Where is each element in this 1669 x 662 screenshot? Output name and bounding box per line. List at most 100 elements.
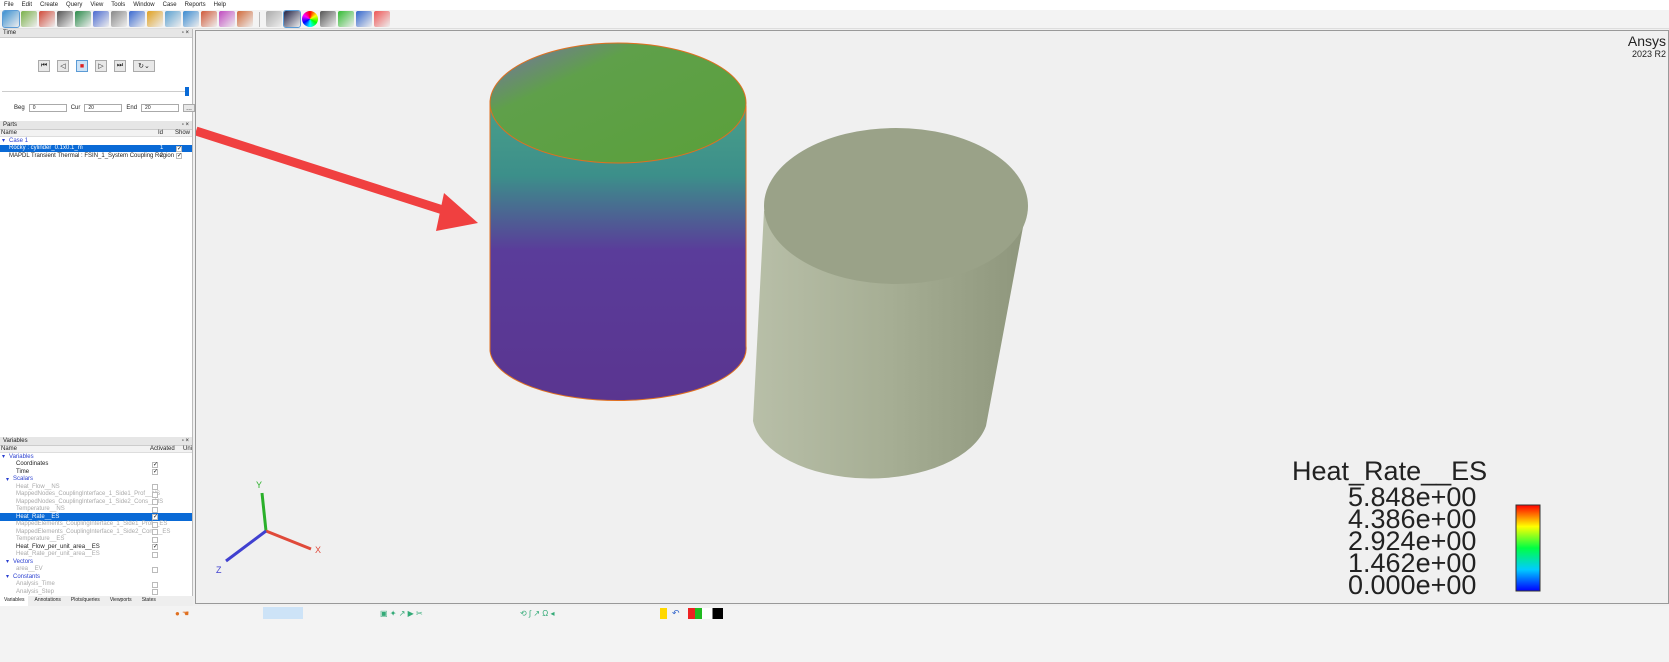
beg-input[interactable]: 0 [28,104,67,112]
record-icon[interactable]: ● ☚ [175,609,189,618]
menu-case[interactable]: Case [163,2,177,8]
toolbar-tool-icon[interactable] [219,11,235,27]
menu-window[interactable]: Window [133,2,154,8]
variable-group[interactable]: ▾ Constants [0,573,192,581]
toolbar-tool-icon[interactable] [147,11,163,27]
tab-plots-queries[interactable]: Plots/queries [67,596,104,606]
menu-edit[interactable]: Edit [22,2,32,8]
toolbar-tool-icon[interactable] [165,11,181,27]
menu-help[interactable]: Help [214,2,226,8]
tab-viewports[interactable]: Viewports [106,596,136,606]
variable-row[interactable]: Heat_Flow__NS [0,483,192,491]
variable-group[interactable]: ▾ Scalars [0,476,192,484]
next-step-button[interactable]: ▷ [95,60,107,72]
activated-checkbox[interactable] [152,506,158,513]
toolbar-tool-icon[interactable] [183,11,199,27]
float-close-icon[interactable]: ▫ × [182,30,189,36]
case-row[interactable]: ▾ Case 1 [0,137,192,145]
tab-annotations[interactable]: Annotations [30,596,64,606]
activated-checkbox[interactable] [152,536,158,543]
expand-icon[interactable]: ▾ [0,558,9,565]
show-checkbox[interactable]: ✓ [176,153,182,159]
display-tool-icon[interactable] [338,11,354,27]
3d-viewport[interactable]: Ansys 2023 R2 Y X Z Heat_Rate__ES 5.848e… [195,30,1669,604]
variable-row[interactable]: MappedNodes_CouplingInterface_1_Side2_Co… [0,498,192,506]
variable-row[interactable]: Heat_Rate_per_unit_area__ES [0,551,192,559]
variable-row[interactable]: MappedElements_CouplingInterface_1_Side2… [0,528,192,536]
last-step-button[interactable]: ⏭ [114,60,126,72]
part-row[interactable]: MAPDL Transient Thermal : FSIN_1_System … [0,152,192,160]
show-checkbox[interactable]: ✓ [176,145,182,152]
selection-mode-icons[interactable] [263,607,303,619]
display-tool-icon[interactable] [374,11,390,27]
activated-checkbox[interactable] [152,551,158,558]
float-close-icon[interactable]: ▫ × [182,438,189,444]
toolbar-tool-icon[interactable] [129,11,145,27]
toolbar-tool-icon[interactable] [21,11,37,27]
more-button[interactable]: ... [183,104,196,112]
variable-row[interactable]: MappedNodes_CouplingInterface_1_Side1_Pr… [0,491,192,499]
variable-row[interactable]: Temperature__NS [0,506,192,514]
color-swatches[interactable] [688,608,723,619]
variable-row[interactable]: Heat_Flow_per_unit_area__ES ✓ [0,543,192,551]
activated-checkbox[interactable] [152,484,158,490]
expand-icon[interactable]: ▾ [0,476,9,483]
menu-view[interactable]: View [90,2,103,8]
tab-states[interactable]: States [138,596,160,606]
expand-icon[interactable]: ▾ [0,573,9,580]
activated-checkbox[interactable] [152,521,158,528]
menu-reports[interactable]: Reports [185,2,206,8]
view-tools-icons[interactable]: ▣ ✦ ↗ ▶ ✂ [380,609,423,618]
display-tool-icon[interactable] [266,11,282,27]
menu-create[interactable]: Create [40,2,58,8]
variable-row[interactable]: Analysis_Step [0,588,192,596]
variable-row[interactable]: Heat_Rate__ES ✓ [0,513,192,521]
toolbar-tool-icon[interactable] [93,11,109,27]
variable-row[interactable]: Coordinates ✓ [0,461,192,469]
activated-checkbox[interactable] [152,566,158,573]
variable-row[interactable]: Time ✓ [0,468,192,476]
display-tool-icon[interactable] [320,11,336,27]
stop-button[interactable]: ■ [76,60,88,72]
activated-checkbox[interactable] [152,529,158,535]
end-input[interactable]: 20 [141,104,180,112]
right-cylinder[interactable] [753,128,1028,479]
left-cylinder[interactable] [489,42,747,402]
activated-checkbox[interactable]: ✓ [152,469,158,475]
variable-group[interactable]: ▾ Vectors [0,558,192,566]
first-step-button[interactable]: ⏮ [38,60,50,72]
info-icon[interactable] [660,608,667,619]
menu-file[interactable]: File [4,2,14,8]
variable-row[interactable]: Temperature__ES [0,536,192,544]
time-slider-handle[interactable] [185,87,189,96]
toolbar-tool-icon[interactable] [201,11,217,27]
variable-row[interactable]: Analysis_Time [0,581,192,589]
loop-icon[interactable]: ↻⌄ [133,60,155,72]
prev-step-button[interactable]: ◁ [57,60,69,72]
tab-variables[interactable]: Variables [0,596,29,606]
activated-checkbox[interactable]: ✓ [152,461,158,468]
variable-row[interactable]: area__EV [0,566,192,574]
variable-group[interactable]: ▾ Variables [0,453,192,461]
toolbar-tool-icon[interactable] [75,11,91,27]
toolbar-tool-icon[interactable] [111,11,127,27]
camera-tools-icons[interactable]: ⟲ ∫ ↗ Ω ◂ [520,609,554,618]
time-slider[interactable] [2,91,188,92]
toolbar-tool-icon[interactable] [39,11,55,27]
undo-icon[interactable]: ↶ [672,608,680,619]
part-row[interactable]: Rocky : cylinder_0.1x0.1_m 1 ✓ [0,144,192,152]
display-tool-icon[interactable] [356,11,372,27]
activated-checkbox[interactable] [152,499,158,505]
activated-checkbox[interactable] [152,589,158,595]
activated-checkbox[interactable]: ✓ [152,544,158,550]
toolbar-tool-icon[interactable] [2,10,20,28]
toolbar-tool-icon[interactable] [237,11,253,27]
activated-checkbox[interactable] [152,581,158,588]
menu-query[interactable]: Query [66,2,82,8]
display-tool-icon[interactable] [302,11,318,27]
cur-input[interactable]: 20 [84,104,123,112]
activated-checkbox[interactable]: ✓ [152,514,158,520]
float-close-icon[interactable]: ▫ × [182,122,189,128]
variable-row[interactable]: MappedElements_CouplingInterface_1_Side1… [0,521,192,529]
display-tool-icon[interactable] [283,10,301,28]
